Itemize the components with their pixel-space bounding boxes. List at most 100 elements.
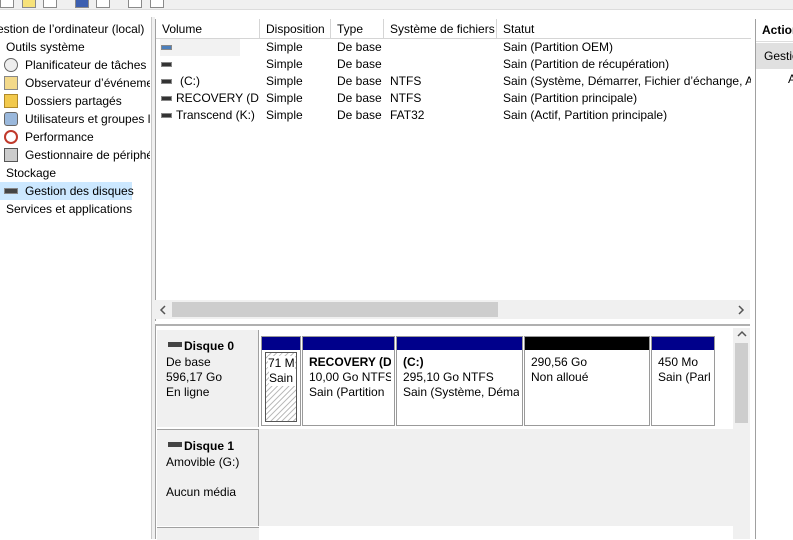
tree-item-device-manager[interactable]: Gestionnaire de périphé <box>0 146 150 164</box>
partition-c[interactable]: (C:) 295,10 Go NTFS Sain (Système, Démai <box>396 336 523 426</box>
partition-oem[interactable]: 71 M Sain ( <box>261 336 301 426</box>
volume-status: Sain (Actif, Partition principale) <box>503 108 668 122</box>
partition-recovery-d[interactable]: RECOVERY (D 10,00 Go NTFS Sain (Partitio… <box>302 336 395 426</box>
partition-body: 290,56 Go Non alloué <box>528 352 646 422</box>
scroll-up-icon[interactable] <box>737 330 747 338</box>
tree-item-storage[interactable]: Stockage <box>6 164 56 182</box>
volume-status: Sain (Partition de récupération) <box>503 57 670 71</box>
partition-bar <box>397 337 522 350</box>
disk-type: Amovible (G:) <box>166 455 240 469</box>
partition-unallocated[interactable]: 290,56 Go Non alloué <box>524 336 650 426</box>
volume-layout: Simple <box>266 91 303 105</box>
refresh-icon[interactable] <box>96 0 110 8</box>
disk-management-icon <box>4 188 18 194</box>
tree-item-disk-management[interactable]: Gestion des disques <box>0 182 134 200</box>
tree-item-label: Dossiers partagés <box>25 94 122 108</box>
partition-bar <box>652 337 714 350</box>
scroll-right-icon[interactable] <box>737 305 745 315</box>
help-icon[interactable] <box>75 0 89 8</box>
properties-icon[interactable] <box>22 0 36 8</box>
tree-item-services-applications[interactable]: Services et applications <box>6 200 132 218</box>
volume-name: RECOVERY (D:) <box>160 90 260 107</box>
column-header-layout[interactable]: Disposition <box>260 19 331 39</box>
partition-size: 10,00 Go NTFS <box>309 370 391 384</box>
volume-icon <box>161 45 172 50</box>
volume-icon <box>161 79 172 84</box>
disk-1-label[interactable]: Disque 1 Amovible (G:) Aucun média <box>157 429 259 526</box>
actions-item-disk-management[interactable]: Gestio <box>756 43 793 69</box>
tree-item-event-viewer[interactable]: Observateur d’événeme <box>0 74 150 92</box>
clock-icon <box>4 58 18 72</box>
volume-list: Volume Disposition Type Système de fichi… <box>155 19 751 321</box>
disk-0-label[interactable]: Disque 0 De base 596,17 Go En ligne <box>157 330 259 427</box>
search-icon[interactable] <box>128 0 142 8</box>
partition-size: 290,56 Go <box>531 355 588 369</box>
table-row[interactable]: RECOVERY (D:) Simple De base NTFS Sain (… <box>156 90 751 107</box>
table-row[interactable]: Transcend (K:) Simple De base FAT32 Sain… <box>156 107 751 124</box>
tree-item-label: Planificateur de tâches <box>25 58 147 72</box>
export-icon[interactable] <box>150 0 164 8</box>
partition-body: RECOVERY (D 10,00 Go NTFS Sain (Partitio… <box>306 352 391 422</box>
back-icon[interactable] <box>0 0 14 8</box>
partition-name: (C:) <box>403 355 424 369</box>
partition-status: Sain (Système, Démai <box>403 385 519 399</box>
volume-type: De base <box>337 57 382 71</box>
volume-layout: Simple <box>266 74 303 88</box>
column-header-type[interactable]: Type <box>331 19 384 39</box>
volume-layout: Simple <box>266 108 303 122</box>
users-icon <box>4 112 18 126</box>
partition-status: Non alloué <box>531 370 589 384</box>
disk-size: 596,17 Go <box>166 370 223 384</box>
view-icon[interactable] <box>43 0 57 8</box>
column-header-volume[interactable]: Volume <box>156 19 260 39</box>
partition-status: Sain ( <box>269 371 296 386</box>
tree-item-label: Gestion des disques <box>25 184 134 198</box>
event-viewer-icon <box>4 76 18 90</box>
volume-icon <box>161 113 172 118</box>
navigation-tree: estion de l’ordinateur (local) Outils sy… <box>0 17 150 539</box>
partition-body: (C:) 295,10 Go NTFS Sain (Système, Démai <box>400 352 519 422</box>
volume-layout: Simple <box>266 57 303 71</box>
partition-bar <box>262 337 300 350</box>
toolbar <box>0 0 793 10</box>
volume-filesystem: FAT32 <box>390 108 425 122</box>
volume-icon <box>161 96 172 101</box>
actions-more[interactable]: A <box>788 72 793 86</box>
table-row[interactable]: Simple De base Sain (Partition de récupé… <box>156 56 751 73</box>
column-header-status[interactable]: Statut <box>497 19 751 39</box>
tree-item-shared-folders[interactable]: Dossiers partagés <box>0 92 150 110</box>
partition-450mo[interactable]: 450 Mo Sain (Parl <box>651 336 715 426</box>
tree-item-computer-management[interactable]: estion de l’ordinateur (local) <box>0 20 144 38</box>
partition-bar <box>525 337 649 350</box>
volume-icon <box>161 62 172 67</box>
volume-type: De base <box>337 40 382 54</box>
tree-item-label: Observateur d’événeme <box>25 76 150 90</box>
volume-type: De base <box>337 91 382 105</box>
partition-status: Sain (Partition <box>309 385 385 399</box>
tree-item-system-tools[interactable]: Outils système <box>6 38 85 56</box>
table-row[interactable]: Simple De base Sain (Partition OEM) <box>156 39 751 56</box>
tree-item-task-scheduler[interactable]: Planificateur de tâches <box>0 56 150 74</box>
tree-item-performance[interactable]: Performance <box>0 128 150 146</box>
horizontal-scroll-thumb[interactable] <box>172 302 498 317</box>
table-row[interactable]: (C:) Simple De base NTFS Sain (Système, … <box>156 73 751 90</box>
partition-body: 450 Mo Sain (Parl <box>655 352 711 422</box>
disk-media: Aucun média <box>166 485 237 499</box>
disk-title: Disque 0 <box>184 339 235 353</box>
partition-name: RECOVERY (D <box>309 355 391 369</box>
disk-icon <box>168 442 182 447</box>
tree-item-local-users[interactable]: Utilisateurs et groupes l <box>0 110 150 128</box>
tree-item-label: Performance <box>25 130 94 144</box>
device-manager-icon <box>4 148 18 162</box>
volume-type: De base <box>337 74 382 88</box>
tree-item-label: estion de l’ordinateur (local) <box>0 22 145 36</box>
volume-status: Sain (Partition OEM) <box>503 40 614 54</box>
vertical-scroll-thumb[interactable] <box>735 343 748 423</box>
scroll-left-icon[interactable] <box>159 305 167 315</box>
volume-name: (C:) <box>160 73 260 90</box>
volume-name <box>160 39 240 56</box>
column-header-filesystem[interactable]: Système de fichiers <box>384 19 497 39</box>
volume-status: Sain (Système, Démarrer, Fichier d’échan… <box>503 74 751 88</box>
partition-bar <box>303 337 394 350</box>
volume-filesystem: NTFS <box>390 91 422 105</box>
